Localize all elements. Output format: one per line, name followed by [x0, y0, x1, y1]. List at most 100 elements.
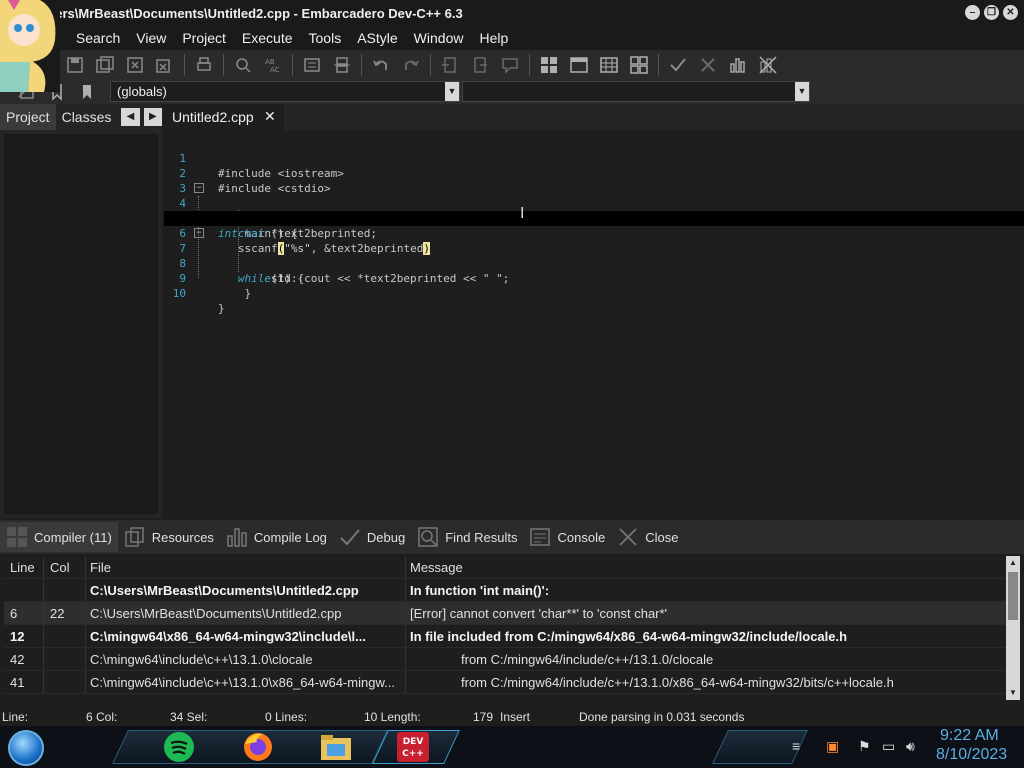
spotify-icon[interactable] — [162, 730, 196, 764]
new-project-button[interactable] — [437, 53, 463, 77]
chevron-down-icon[interactable]: ▼ — [795, 82, 809, 101]
tab-compile-log[interactable]: Compile Log — [220, 522, 333, 552]
tab-untitled2[interactable]: Untitled2.cpp ✕ — [164, 104, 284, 130]
tab-compiler[interactable]: Compiler (11) — [0, 522, 118, 552]
profile-button[interactable] — [725, 53, 751, 77]
column-header-col[interactable]: Col — [44, 556, 86, 578]
chevron-up-icon[interactable]: ▲ — [1006, 556, 1020, 570]
open-project-button[interactable] — [467, 53, 493, 77]
tab-console[interactable]: Console — [523, 522, 611, 552]
tab-resources[interactable]: Resources — [118, 522, 220, 552]
devcpp-icon[interactable]: DEV C++ — [396, 730, 430, 764]
scope-combo[interactable]: (globals) ▼ — [110, 81, 460, 102]
check-icon — [340, 529, 360, 546]
cell-file: C:\mingw64\x86_64-w64-mingw32\include\l.… — [86, 625, 406, 647]
status-col-value: 34 Sel: — [170, 710, 208, 724]
chevron-down-icon[interactable]: ▼ — [1006, 686, 1020, 700]
code-line: 10 } — [164, 271, 1024, 315]
table-row[interactable]: 12 C:\mingw64\x86_64-w64-mingw32\include… — [4, 625, 1006, 648]
fold-collapse-icon[interactable]: − — [194, 183, 204, 193]
delete-profile-button[interactable] — [755, 53, 781, 77]
menu-astyle[interactable]: AStyle — [349, 30, 405, 46]
column-header-message[interactable]: Message — [406, 556, 1006, 578]
save-all-button[interactable] — [92, 53, 118, 77]
clock-time[interactable]: 9:22 AM — [940, 727, 999, 745]
cell-line: 12 — [4, 625, 44, 647]
volume-icon[interactable]: 🔊︎ — [906, 738, 915, 755]
start-button[interactable] — [8, 730, 44, 766]
close-panel-button[interactable]: Close — [611, 522, 684, 552]
network-icon[interactable]: ▭ — [882, 738, 895, 755]
tab-project[interactable]: Project — [0, 104, 56, 130]
menu-view[interactable]: View — [128, 30, 174, 46]
tile-button[interactable] — [536, 53, 562, 77]
unindent-button[interactable] — [329, 53, 355, 77]
redo-button[interactable] — [398, 53, 424, 77]
comment-button[interactable] — [497, 53, 523, 77]
indent-button[interactable] — [299, 53, 325, 77]
modules-button[interactable] — [626, 53, 652, 77]
chevron-down-icon[interactable]: ▼ — [445, 82, 459, 101]
avatar-icon — [0, 0, 60, 92]
tab-classes[interactable]: Classes — [56, 104, 118, 130]
editor-tab-bar: Untitled2.cpp ✕ — [164, 104, 1024, 130]
fold-collapse-icon[interactable]: − — [194, 228, 204, 238]
menu-search[interactable]: Search — [68, 30, 128, 46]
column-header-line[interactable]: Line — [4, 556, 44, 578]
editor-tab-label: Untitled2.cpp — [172, 109, 254, 125]
menu-help[interactable]: Help — [471, 30, 516, 46]
chevron-left-icon[interactable]: ◀ — [121, 108, 140, 126]
close-window-button[interactable]: ✕ — [1003, 5, 1018, 20]
undo-button[interactable] — [368, 53, 394, 77]
code-line: 2 #include <cstdio> — [164, 151, 1024, 195]
table-row[interactable]: 41 C:\mingw64\include\c++\13.1.0\x86_64-… — [4, 671, 1006, 694]
cell-col — [44, 625, 86, 647]
close-file-button[interactable] — [122, 53, 148, 77]
table-row[interactable]: C:\Users\MrBeast\Documents\Untitled2.cpp… — [4, 579, 1006, 602]
tab-find-results[interactable]: Find Results — [411, 522, 523, 552]
hidden-icons-icon[interactable]: ≡ — [792, 738, 800, 754]
svg-text:DEV: DEV — [403, 737, 424, 747]
flag-icon[interactable]: ⚑ — [858, 738, 871, 755]
save-button[interactable] — [62, 53, 88, 77]
check-syntax-button[interactable] — [665, 53, 691, 77]
tab-resources-label: Resources — [151, 529, 214, 545]
grid-button[interactable] — [596, 53, 622, 77]
menu-tools[interactable]: Tools — [301, 30, 350, 46]
file-explorer-icon[interactable] — [319, 730, 353, 764]
function-combo[interactable]: ▼ — [462, 81, 810, 102]
menu-execute[interactable]: Execute — [234, 30, 301, 46]
status-line-label: Line: — [2, 710, 29, 724]
code-line: 8 std::cout << *text2beprinted << " "; — [164, 241, 1024, 285]
app-tray-icon[interactable]: ▣ — [826, 738, 839, 755]
cell-col — [44, 648, 86, 670]
column-header-file[interactable]: File — [86, 556, 406, 578]
scrollbar-thumb[interactable] — [1008, 572, 1018, 620]
bottom-panel-tabs: Compiler (11) Resources Compile Log Debu… — [0, 520, 1024, 554]
close-icon[interactable]: ✕ — [264, 108, 276, 125]
replace-button[interactable]: AB AC — [260, 53, 286, 77]
menu-window[interactable]: Window — [406, 30, 472, 46]
project-tree[interactable] — [4, 134, 158, 514]
cell-message: from C:/mingw64/include/c++/13.1.0/cloca… — [461, 652, 714, 667]
clock-date[interactable]: 8/10/2023 — [936, 746, 1007, 764]
console-icon — [530, 528, 551, 546]
menu-project[interactable]: Project — [174, 30, 234, 46]
bookmark-list-icon[interactable] — [74, 80, 100, 104]
close-all-button[interactable] — [152, 53, 178, 77]
find-button[interactable] — [230, 53, 256, 77]
stop-button[interactable] — [695, 53, 721, 77]
chevron-right-icon[interactable]: ▶ — [143, 108, 162, 126]
messages-scrollbar[interactable]: ▲ ▼ — [1006, 556, 1020, 700]
compiler-selector[interactable] — [818, 52, 1018, 76]
table-row[interactable]: 42 C:\mingw64\include\c++\13.1.0\clocale… — [4, 648, 1006, 671]
tab-debug[interactable]: Debug — [333, 522, 411, 552]
window-layout-button[interactable] — [566, 53, 592, 77]
svg-text:AC: AC — [270, 66, 280, 74]
print-button[interactable] — [191, 53, 217, 77]
table-row[interactable]: 6 22 C:\Users\MrBeast\Documents\Untitled… — [4, 602, 1006, 625]
firefox-icon[interactable] — [241, 730, 275, 764]
minimize-button[interactable]: – — [965, 5, 980, 20]
restore-button[interactable]: ❐ — [984, 5, 999, 20]
code-editor[interactable]: 1 #include <iostream> 2 #include <cstdio… — [164, 130, 1024, 518]
